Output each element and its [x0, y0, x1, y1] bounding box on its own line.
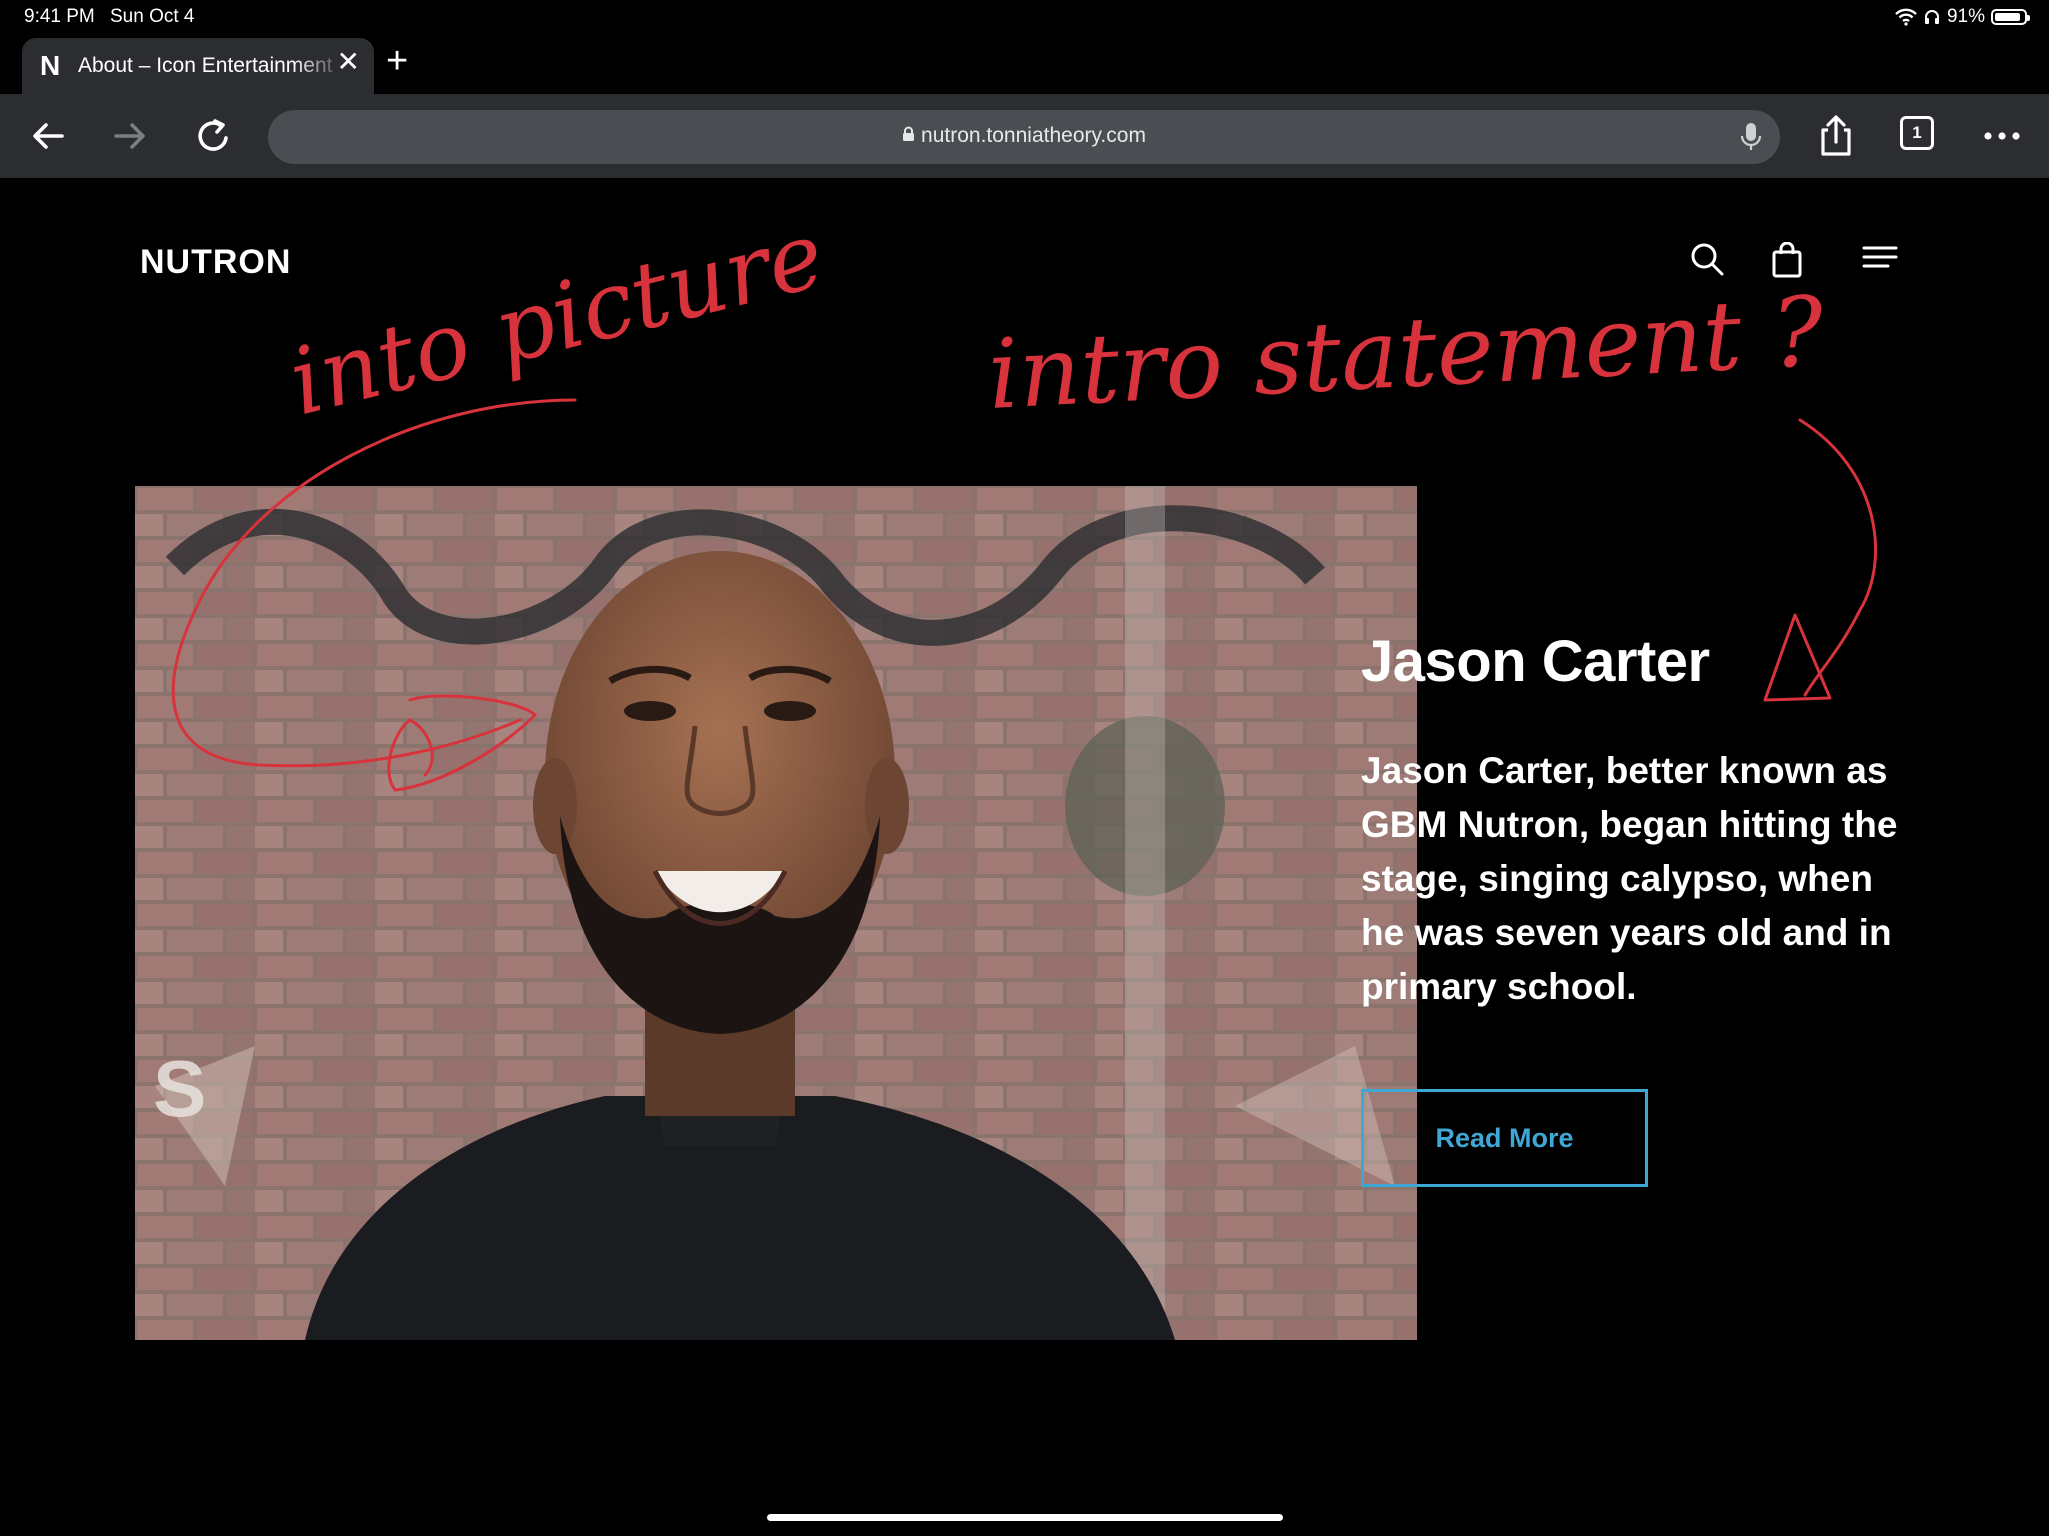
browser-toolbar: nutron.tonniatheory.com 1: [0, 94, 2049, 178]
close-tab-icon[interactable]: ✕: [337, 48, 360, 76]
annotation-right-arrow: [1763, 418, 1877, 702]
browser-tab[interactable]: N About – Icon Entertainment ✕: [22, 38, 374, 94]
battery-percent: 91%: [1946, 6, 1985, 27]
address-bar[interactable]: nutron.tonniatheory.com: [268, 110, 1780, 164]
battery-icon: [1991, 9, 2030, 25]
status-right: 91%: [1895, 6, 2030, 28]
hero-bio: Jason Carter, better known as GBM Nutron…: [1361, 750, 1898, 1007]
url-text: nutron.tonniatheory.com: [921, 124, 1146, 147]
annotation-note-1: into picture: [279, 201, 833, 437]
annotation-note-2: intro statement ?: [985, 275, 1826, 431]
headphones-icon: [1924, 10, 1939, 24]
microphone-icon[interactable]: [1740, 122, 1762, 152]
forward-arrow-icon[interactable]: [106, 112, 154, 160]
status-date: Sun Oct 4: [110, 6, 195, 27]
favicon-icon: N: [40, 50, 61, 81]
tab-title: About – Icon Entertainment: [78, 54, 333, 77]
hero-name: Jason Carter: [1361, 629, 1710, 694]
read-more-button[interactable]: Read More: [1361, 1089, 1648, 1187]
home-indicator: [767, 1514, 1283, 1521]
lock-icon: [903, 126, 915, 141]
hamburger-menu-icon[interactable]: [1862, 242, 1898, 272]
shopping-bag-icon[interactable]: [1772, 242, 1802, 278]
status-time: 9:41 PM: [24, 6, 95, 27]
reload-icon[interactable]: [190, 112, 238, 160]
status-bar: 9:41 PM Sun Oct 4 91%: [0, 0, 2049, 36]
site-logo[interactable]: NUTRON: [140, 243, 291, 282]
search-icon[interactable]: [1690, 242, 1724, 276]
share-icon[interactable]: [1812, 112, 1860, 160]
tabs-icon[interactable]: 1: [1900, 116, 1934, 150]
more-icon[interactable]: [1978, 112, 2026, 160]
hero-photo: S: [135, 486, 1417, 1340]
back-arrow-icon[interactable]: [24, 112, 72, 160]
wifi-icon: [1895, 8, 1917, 26]
new-tab-icon[interactable]: +: [386, 42, 408, 80]
tab-strip: N About – Icon Entertainment ✕ +: [0, 36, 2049, 94]
svg-text:S: S: [153, 1044, 206, 1133]
